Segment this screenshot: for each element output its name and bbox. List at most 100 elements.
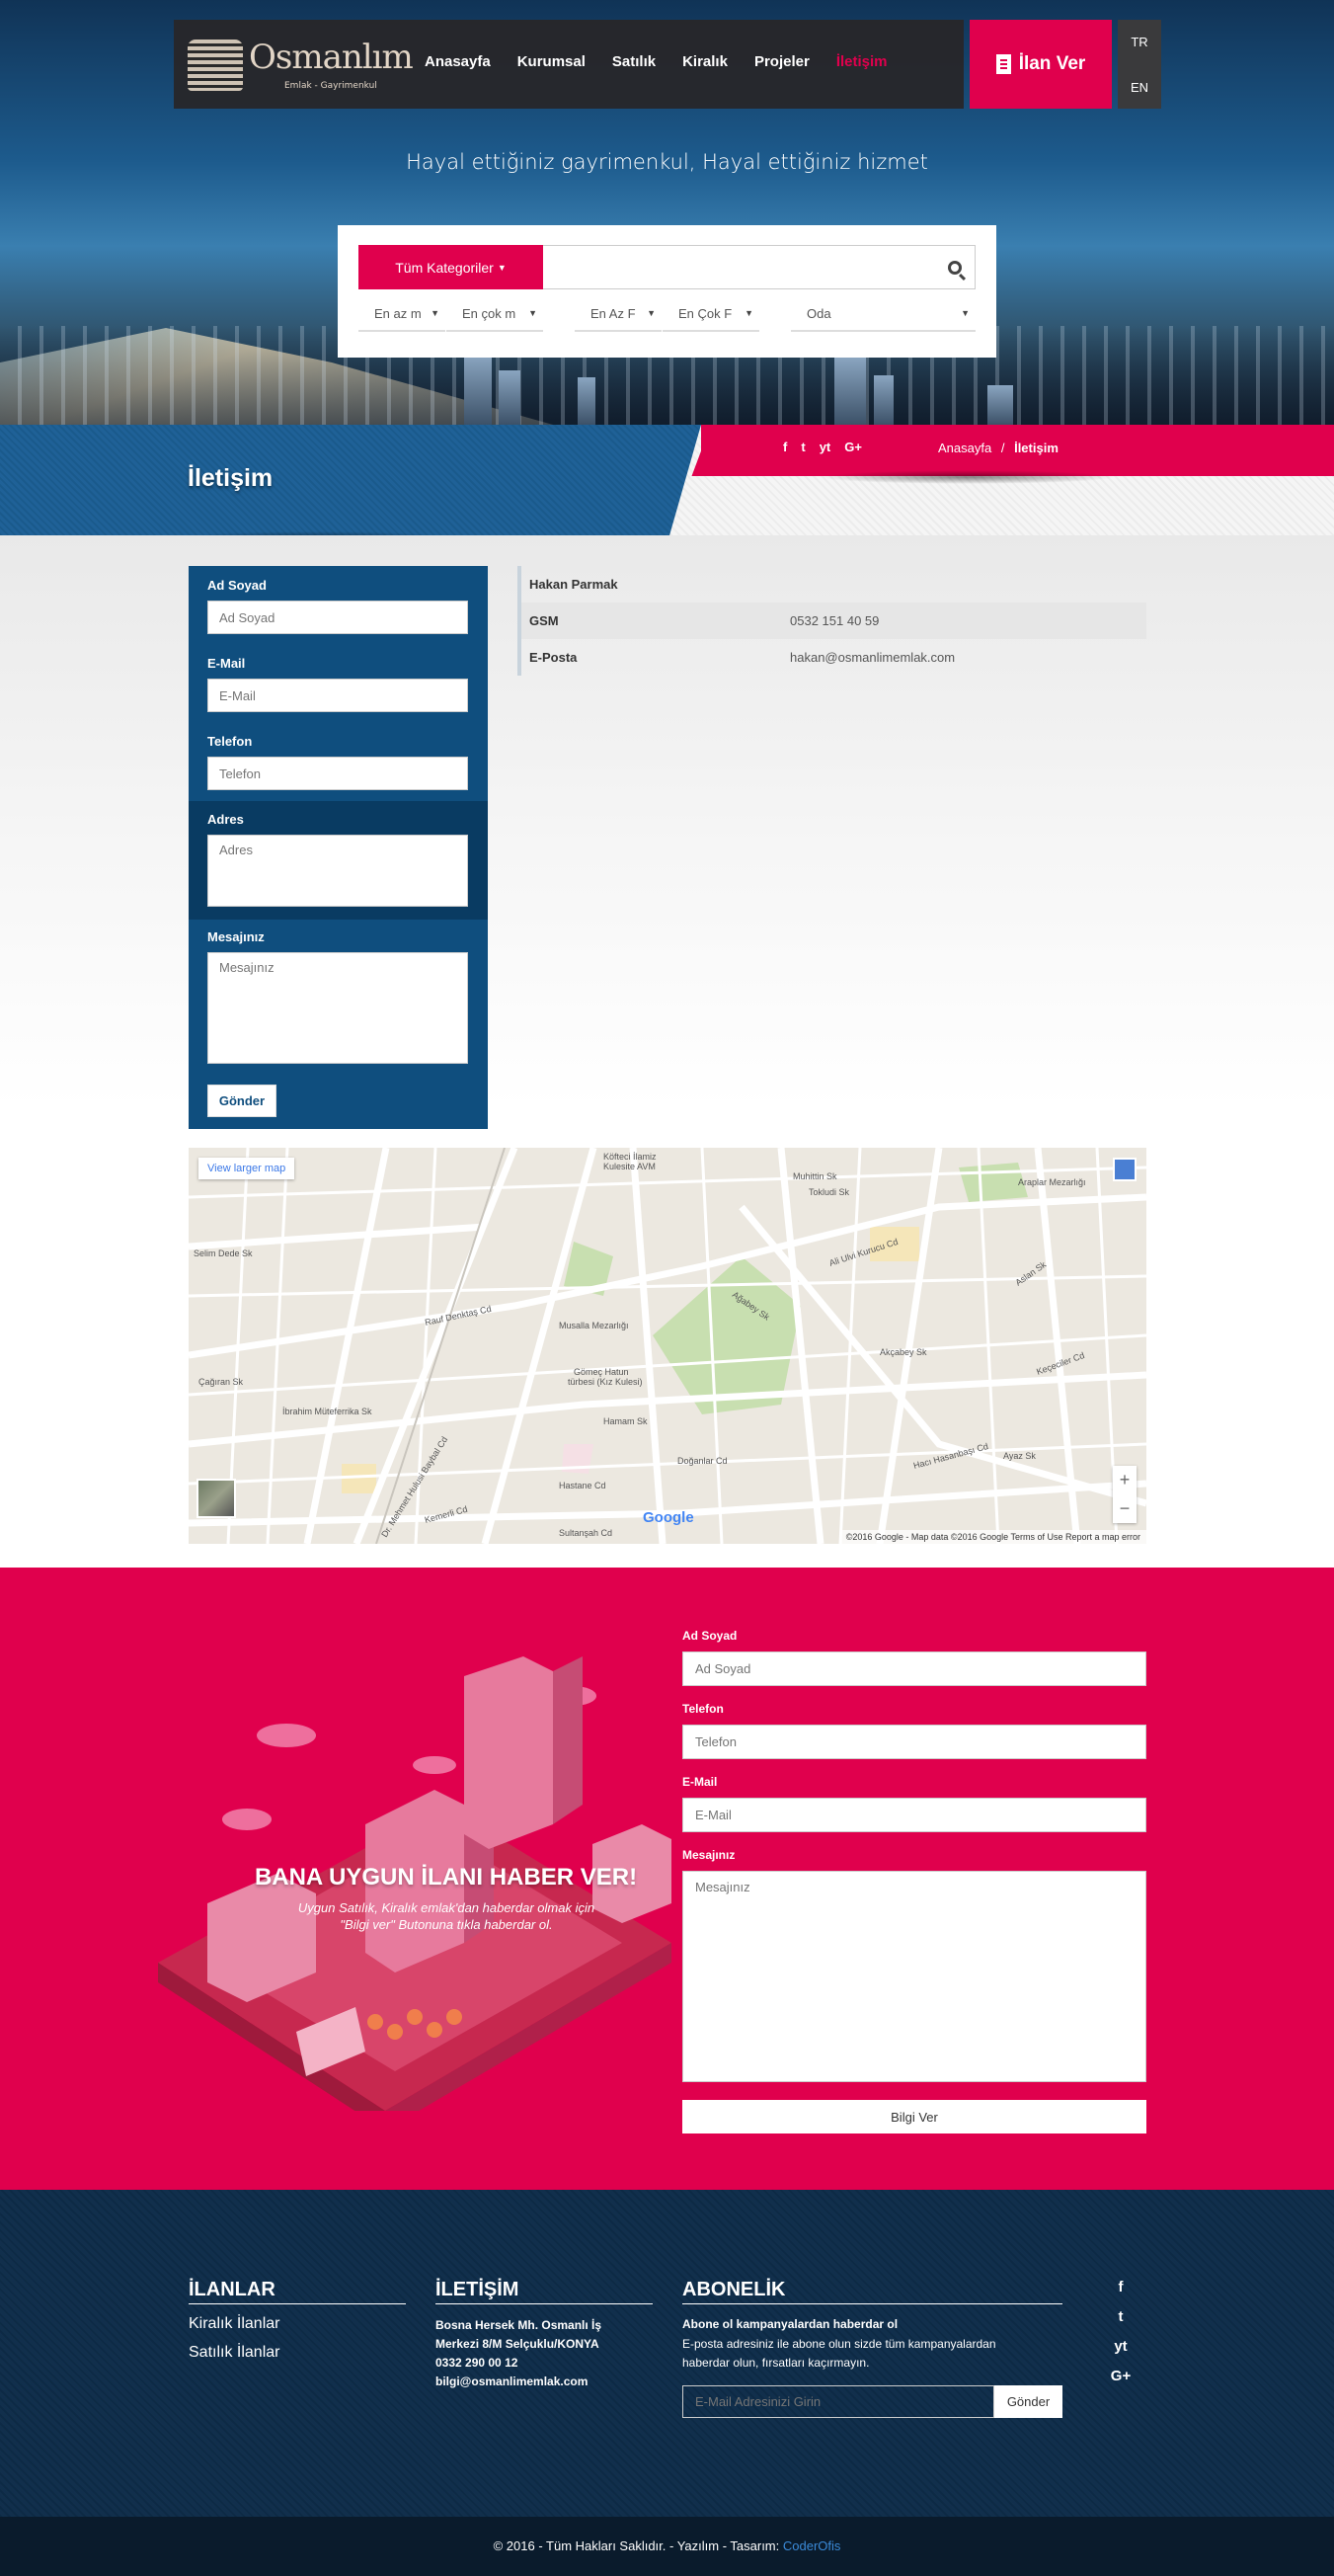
caret-down-icon: ▼ xyxy=(647,308,656,318)
svg-text:Ayaz Sk: Ayaz Sk xyxy=(1003,1451,1036,1461)
google-map[interactable]: Köfteci İlamiz Kulesite AVM Muhittin Sk … xyxy=(189,1148,1146,1544)
alert-email-input[interactable] xyxy=(682,1798,1146,1832)
twitter-icon[interactable]: t xyxy=(1109,2308,1133,2338)
logo[interactable]: Osmanlım Emlak - Gayrimenkul xyxy=(188,32,414,97)
contact-form: Ad Soyad E-Mail Telefon Adres Mesajınız … xyxy=(189,566,488,1129)
svg-text:Doğanlar Cd: Doğanlar Cd xyxy=(677,1456,728,1466)
logo-building-icon xyxy=(188,40,243,91)
lang-en[interactable]: EN xyxy=(1118,80,1161,95)
subscribe-button[interactable]: Gönder xyxy=(994,2385,1062,2418)
logo-name: Osmanlım xyxy=(249,38,414,77)
hero-building xyxy=(578,377,595,425)
footer-link-satilik[interactable]: Satılık İlanlar xyxy=(189,2344,279,2362)
email-input[interactable] xyxy=(207,679,468,712)
alert-subtitle-line2: "Bilgi ver" Butonuna tıkla haberdar ol. xyxy=(340,1917,553,1932)
copyright-link[interactable]: CoderOfis xyxy=(783,2538,841,2553)
nav-kurumsal[interactable]: Kurumsal xyxy=(517,53,586,70)
message-textarea[interactable] xyxy=(207,952,468,1064)
email-value[interactable]: hakan@osmanlimemlak.com xyxy=(790,650,955,665)
title-band-blue xyxy=(0,425,701,535)
nav-projeler[interactable]: Projeler xyxy=(754,53,810,70)
twitter-icon[interactable]: t xyxy=(801,440,805,454)
nav-anasayfa[interactable]: Anasayfa xyxy=(425,53,491,70)
category-label: Tüm Kategoriler xyxy=(395,259,494,276)
hero-building xyxy=(874,375,894,425)
filter-max-price[interactable]: En Çok F ▼ xyxy=(663,302,759,332)
alert-title: BANA UYGUN İLANI HABER VER! xyxy=(254,1864,638,1891)
alert-section: BANA UYGUN İLANI HABER VER! Uygun Satılı… xyxy=(0,1568,1334,2190)
breadcrumb-home[interactable]: Anasayfa xyxy=(938,441,991,455)
ilan-ver-label: İlan Ver xyxy=(1018,53,1086,74)
caret-down-icon: ▼ xyxy=(745,308,753,318)
gsm-key: GSM xyxy=(529,613,559,628)
alert-subtitle: Uygun Satılık, Kiralık emlak'dan haberda… xyxy=(249,1899,644,1933)
nav-kiralik[interactable]: Kiralık xyxy=(682,53,728,70)
footer-abonelik-text2: haberdar olun, fırsatları kaçırmayın. xyxy=(682,2356,870,2370)
filter-rooms[interactable]: Oda ▼ xyxy=(791,302,976,332)
lang-tr[interactable]: TR xyxy=(1118,35,1161,49)
ilan-ver-button[interactable]: İlan Ver xyxy=(970,20,1112,109)
breadcrumb-current: İletişim xyxy=(1014,441,1059,455)
svg-text:Sultanşah Cd: Sultanşah Cd xyxy=(559,1528,612,1538)
name-input[interactable] xyxy=(207,601,468,634)
footer-link-kiralik[interactable]: Kiralık İlanlar xyxy=(189,2315,279,2333)
filter-min-price[interactable]: En Az F ▼ xyxy=(575,302,662,332)
google-plus-icon[interactable]: G+ xyxy=(844,440,862,454)
footer-address-line2: Merkezi 8/M Selçuklu/KONYA xyxy=(435,2337,599,2351)
phone-input[interactable] xyxy=(207,757,468,790)
youtube-icon[interactable]: yt xyxy=(1109,2338,1133,2368)
zoom-in-button[interactable]: + xyxy=(1113,1466,1137,1494)
language-switcher: TR EN xyxy=(1118,20,1161,109)
svg-text:Araplar Mezarlığı: Araplar Mezarlığı xyxy=(1018,1177,1086,1187)
address-textarea[interactable] xyxy=(207,835,468,907)
footer-email[interactable]: bilgi@osmanlimemlak.com xyxy=(435,2375,588,2388)
svg-text:Gömeç Hatun: Gömeç Hatun xyxy=(574,1367,629,1377)
footer-abonelik-text1: E-posta adresiniz ile abone olun sizde t… xyxy=(682,2337,996,2351)
gsm-row: GSM 0532 151 40 59 xyxy=(517,603,1146,639)
breadcrumb: Anasayfa / İletişim xyxy=(938,441,1059,455)
alert-message-label: Mesajınız xyxy=(682,1848,736,1862)
hero-building xyxy=(464,356,492,425)
bilgi-ver-button[interactable]: Bilgi Ver xyxy=(682,2100,1146,2133)
facebook-icon[interactable]: f xyxy=(1109,2279,1133,2308)
caret-down-icon: ▼ xyxy=(961,308,970,318)
youtube-icon[interactable]: yt xyxy=(820,440,831,454)
name-label: Ad Soyad xyxy=(207,578,267,593)
search-input[interactable] xyxy=(543,245,946,289)
gsm-value: 0532 151 40 59 xyxy=(790,613,880,628)
alert-name-input[interactable] xyxy=(682,1651,1146,1686)
search-panel: Tüm Kategoriler ▼ En az m ▼ En çok m ▼ En A… xyxy=(338,225,996,358)
nav-iletisim[interactable]: İletişim xyxy=(836,53,888,70)
search-button[interactable] xyxy=(934,245,976,289)
alert-phone-input[interactable] xyxy=(682,1725,1146,1759)
svg-text:İbrahim Müteferrika Sk: İbrahim Müteferrika Sk xyxy=(282,1407,372,1416)
alert-message-textarea[interactable] xyxy=(682,1871,1146,2082)
map-attribution[interactable]: ©2016 Google - Map data ©2016 Google Ter… xyxy=(839,1530,1146,1544)
filter-rooms-label: Oda xyxy=(807,306,831,321)
google-plus-icon[interactable]: G+ xyxy=(1109,2368,1133,2397)
send-button[interactable]: Gönder xyxy=(207,1085,276,1117)
zoom-out-button[interactable]: − xyxy=(1113,1494,1137,1523)
view-larger-map-link[interactable]: View larger map xyxy=(198,1158,295,1179)
alert-email-label: E-Mail xyxy=(682,1775,718,1789)
svg-text:Hastane Cd: Hastane Cd xyxy=(559,1481,606,1490)
street-view-pegman-icon[interactable] xyxy=(1113,1158,1137,1181)
svg-text:Köfteci İlamiz: Köfteci İlamiz xyxy=(603,1152,657,1162)
svg-text:Kulesite AVM: Kulesite AVM xyxy=(603,1162,656,1171)
email-key: E-Posta xyxy=(529,650,578,665)
caret-down-icon: ▼ xyxy=(528,308,537,318)
facebook-icon[interactable]: f xyxy=(783,440,787,454)
filter-min-m2[interactable]: En az m ▼ xyxy=(358,302,445,332)
svg-text:Muhittin Sk: Muhittin Sk xyxy=(793,1171,837,1181)
nav-satilik[interactable]: Satılık xyxy=(612,53,656,70)
category-dropdown[interactable]: Tüm Kategoriler ▼ xyxy=(358,245,543,289)
filter-max-price-label: En Çok F xyxy=(678,306,733,321)
subscribe-email-input[interactable] xyxy=(682,2385,994,2418)
filter-max-m2[interactable]: En çok m ▼ xyxy=(446,302,543,332)
satellite-toggle[interactable] xyxy=(196,1479,236,1518)
alert-phone-label: Telefon xyxy=(682,1702,724,1716)
building-icon xyxy=(995,54,1011,74)
header-socials: f t yt G+ xyxy=(783,440,862,454)
footer-abonelik-title: ABONELİK xyxy=(682,2279,1062,2304)
svg-text:Tokludi Sk: Tokludi Sk xyxy=(809,1187,850,1197)
